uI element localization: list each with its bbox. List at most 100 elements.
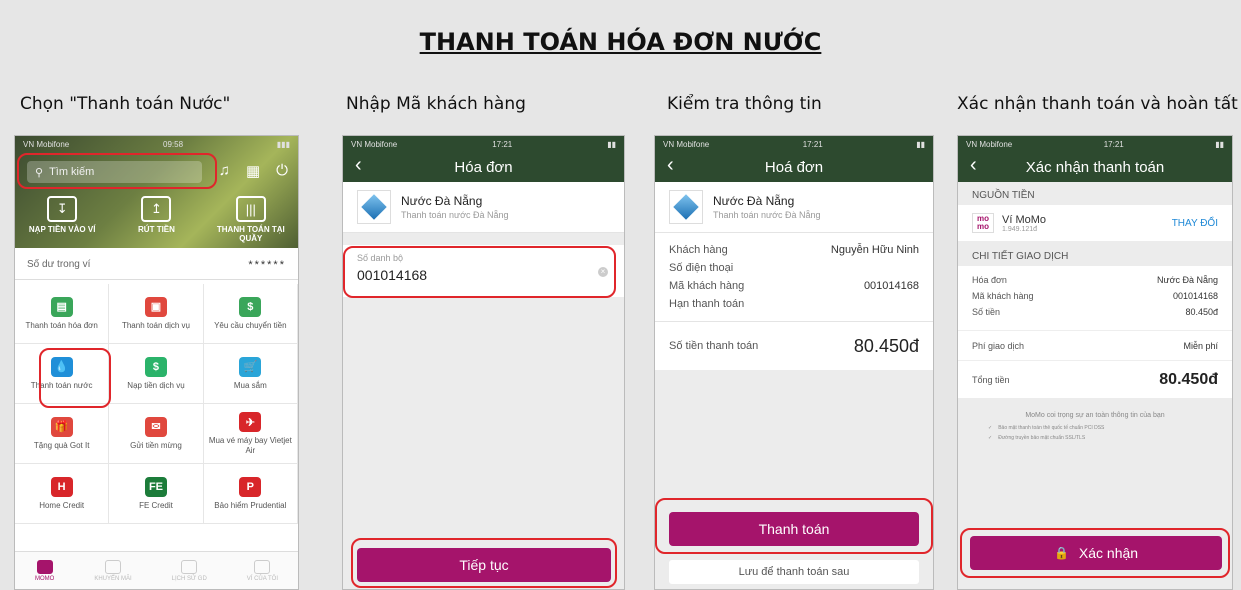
tab-icon (104, 559, 121, 574)
clock-label: 09:58 (163, 139, 184, 149)
nav-title: Hóa đơn (454, 158, 513, 176)
security-item-text: Đường truyền bảo mật chuẩn SSL/TLS (998, 435, 1086, 441)
tab-label: MOMO (34, 575, 55, 582)
security-item: ✓ Bảo mật thanh toán thẻ quốc tế chuẩn PC… (988, 425, 1202, 431)
step-2-caption: Nhập Mã khách hàng (346, 94, 526, 114)
merchant-subtitle: Thanh toán nước Đà Nẵng (401, 210, 509, 220)
wallet-name: Ví MoMo (1002, 213, 1047, 226)
fee-value: Miễn phí (1183, 341, 1218, 351)
tab-item[interactable]: MOMO (34, 559, 55, 582)
service-item[interactable]: ✈ Mua vé máy bay Vietjet Air (203, 404, 298, 464)
amount-label: Số tiền thanh toán (669, 340, 759, 352)
service-item[interactable]: $ Yêu cầu chuyển tiền (203, 284, 298, 344)
water-company-logo-icon (669, 190, 703, 224)
service-item[interactable]: ✉ Gửi tiền mừng (109, 404, 204, 464)
balance-value: ****** (248, 258, 286, 271)
tab-item[interactable]: KHUYẾN MÃI (94, 559, 132, 582)
transfer-icon: $ (239, 296, 262, 317)
back-chevron-icon[interactable]: ‹ (355, 154, 362, 177)
back-chevron-icon[interactable]: ‹ (667, 154, 674, 177)
merchant-name: Nước Đà Nẵng (401, 194, 483, 208)
row-label: Hóa đơn (972, 275, 1007, 285)
qr-code-icon[interactable]: ▦ (246, 162, 260, 180)
service-label: Thanh toán hóa đơn (25, 320, 98, 330)
battery-icon: ▮▮ (607, 139, 616, 149)
row-label: Khách hàng (669, 244, 728, 256)
fee-row: Phí giao dịch Miễn phí (958, 330, 1232, 354)
momo-logo-icon: mo mo (972, 213, 994, 233)
bell-icon[interactable]: ♫ (219, 162, 230, 180)
status-bar: VN Mobifone 17:21 ▮▮ (655, 136, 933, 152)
counter-pay-button[interactable]: ||| THANH TOÁN TẠI QUẦY (206, 196, 296, 244)
security-info: MoMo coi trọng sự an toàn thông tin của … (958, 398, 1232, 441)
row-value: 001014168 (1172, 291, 1218, 301)
row-value: Nước Đà Nẵng (1157, 275, 1218, 285)
service-label: Tặng quà Got It (33, 440, 90, 450)
service-item[interactable]: 🎁 Tặng quà Got It (15, 404, 110, 464)
change-source-link[interactable]: THAY ĐỔI (1172, 218, 1218, 229)
clock-label: 17:21 (802, 139, 823, 149)
service-item[interactable]: FE FE Credit (109, 464, 204, 524)
bill-row: Hóa đơn Nước Đà Nẵng (958, 272, 1232, 288)
bottom-tab-bar: MOMO KHUYẾN MÃI LỊCH SỬ GD VÍ CỦA TÔI (15, 551, 298, 589)
detail-header: CHI TIẾT GIAO DỊCH (972, 251, 1069, 262)
search-highlight (17, 153, 217, 189)
step-4-caption: Xác nhận thanh toán và hoàn tất (957, 94, 1238, 114)
power-icon[interactable]: ⏻ (276, 162, 288, 180)
save-later-button[interactable]: Lưu để thanh toán sau (669, 560, 919, 584)
status-bar: VN Mobifone 17:21 ▮▮ (958, 136, 1232, 152)
prudential-icon: P (239, 476, 262, 497)
bill-info-list: Khách hàng Nguyễn Hữu Ninh Số điện thoại … (655, 233, 933, 322)
service-item[interactable]: H Home Credit (15, 464, 110, 524)
customer-code-highlight (343, 246, 616, 298)
security-item: ✓ Đường truyền bảo mật chuẩn SSL/TLS (988, 435, 1202, 441)
counter-pay-label: THANH TOÁN TẠI QUẦY (216, 225, 285, 243)
wallet-source-row[interactable]: mo mo Ví MoMo 1.949.121đ THAY ĐỔI (958, 205, 1232, 241)
tab-icon (36, 559, 53, 574)
merchant-name: Nước Đà Nẵng (713, 194, 795, 208)
dollar-icon: $ (144, 356, 167, 377)
total-label: Tổng tiền (972, 375, 1010, 385)
page-title: THANH TOÁN HÓA ĐƠN NƯỚC (419, 28, 822, 56)
clock-label: 17:21 (1103, 139, 1124, 149)
tab-item[interactable]: LỊCH SỬ GD (172, 559, 207, 582)
total-value: 80.450đ (1159, 371, 1218, 388)
nav-title: Xác nhận thanh toán (1025, 158, 1165, 176)
service-label: Nạp tiền dịch vụ (127, 380, 185, 390)
service-item[interactable]: P Bảo hiểm Prudential (203, 464, 298, 524)
due-date-row: Hạn thanh toán (655, 295, 933, 313)
battery-icon: ▮▮ (916, 139, 925, 149)
carrier-label: VN Mobifone (663, 139, 710, 149)
service-item[interactable]: ▤ Thanh toán hóa đơn (15, 284, 110, 344)
merchant-header: Nước Đà Nẵng Thanh toán nước Đà Nẵng (343, 182, 624, 233)
amount-row: Số tiền thanh toán 80.450đ (655, 322, 933, 370)
service-label: Mua sắm (233, 380, 267, 390)
security-item-text: Bảo mật thanh toán thẻ quốc tế chuẩn PCI… (998, 425, 1105, 431)
service-item[interactable]: ▣ Thanh toán dịch vụ (109, 284, 204, 344)
service-label: FE Credit (139, 500, 173, 510)
phone-screen-confirm: VN Mobifone 17:21 ▮▮ ‹ Xác nhận thanh to… (957, 135, 1233, 590)
water-payment-highlight (39, 348, 111, 408)
confirm-highlight (960, 528, 1230, 578)
payment-icon: ▣ (144, 296, 167, 317)
service-label: Gửi tiền mừng (130, 440, 182, 450)
deposit-button[interactable]: ↧ NẠP TIỀN VÀO VÍ (17, 196, 107, 244)
customer-code-row: Mã khách hàng 001014168 (958, 288, 1232, 304)
carrier-label: VN Mobifone (351, 139, 398, 149)
tab-icon (181, 559, 198, 574)
check-icon: ✓ (988, 435, 993, 441)
back-chevron-icon[interactable]: ‹ (970, 154, 977, 177)
deposit-icon: ↧ (47, 196, 78, 222)
withdraw-icon: ↥ (141, 196, 172, 222)
source-header: NGUỒN TIỀN (972, 190, 1035, 201)
continue-highlight (351, 538, 617, 588)
service-item[interactable]: 🛒 Mua sắm (203, 344, 298, 404)
fe-credit-icon: FE (144, 476, 167, 497)
pay-highlight (655, 498, 933, 554)
service-label: Mua vé máy bay Vietjet Air (208, 436, 292, 455)
service-item[interactable]: $ Nạp tiền dịch vụ (109, 344, 204, 404)
withdraw-button[interactable]: ↥ RÚT TIỀN (111, 196, 201, 244)
service-label: Thanh toán dịch vụ (121, 320, 190, 330)
tab-item[interactable]: VÍ CỦA TÔI (247, 559, 278, 582)
wallet-balance-row[interactable]: Số dư trong ví ****** (15, 250, 298, 280)
